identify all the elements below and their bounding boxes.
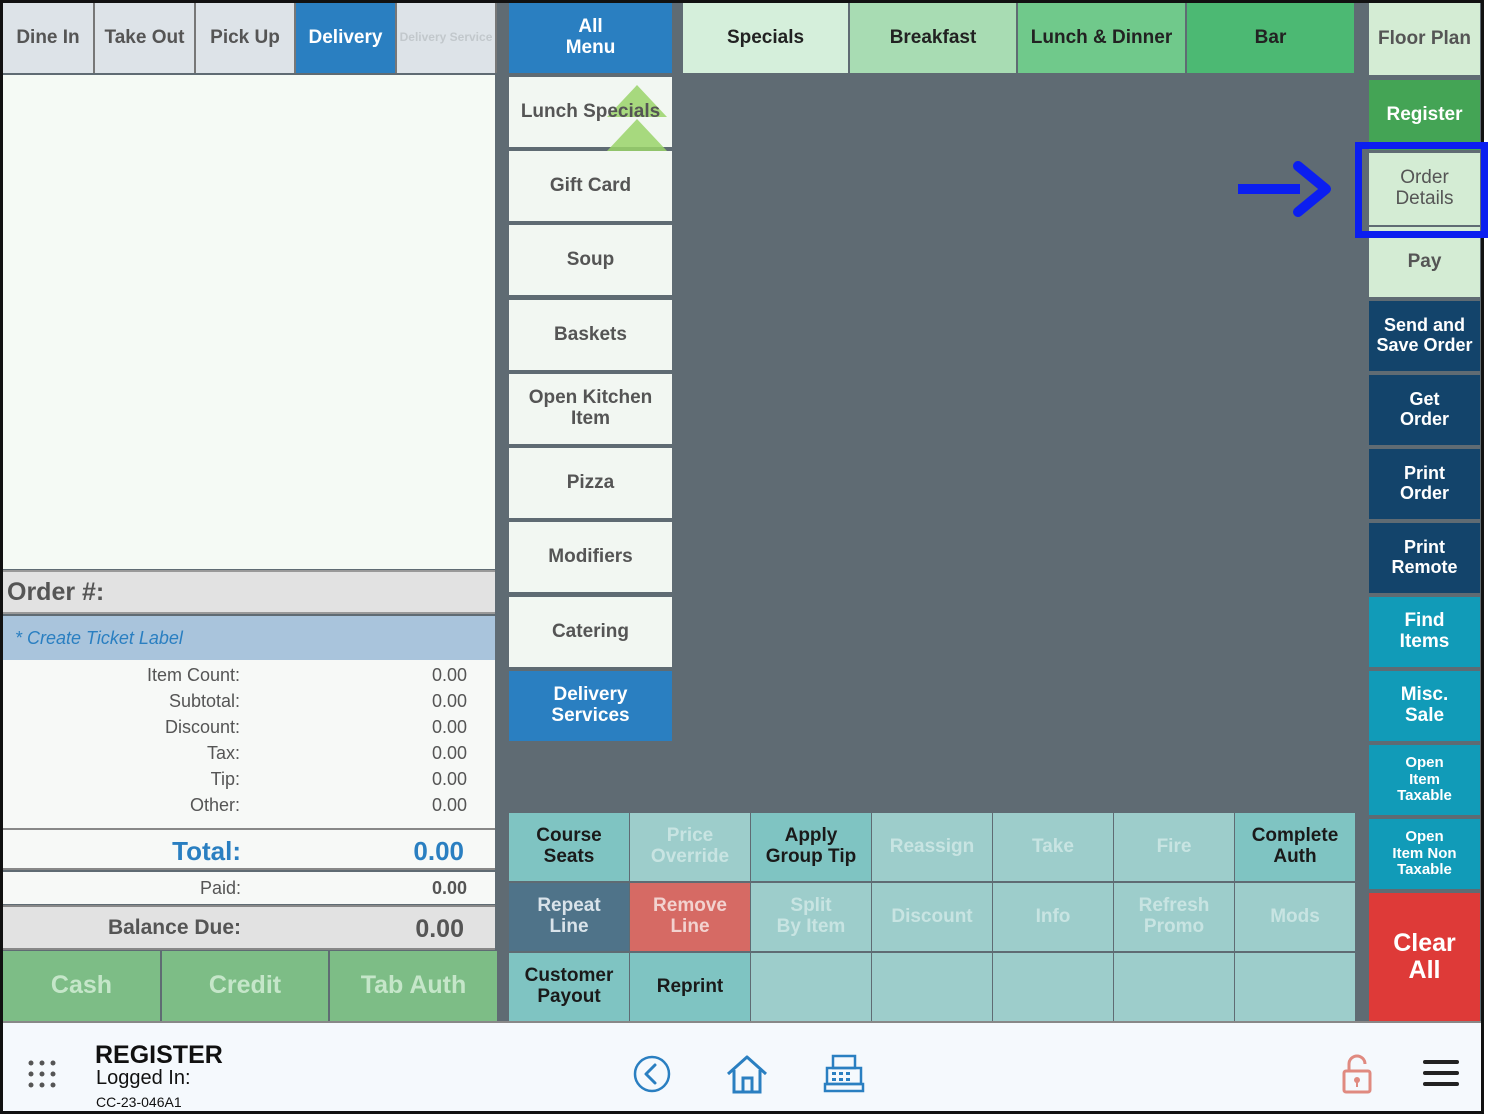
info-button[interactable]: Info [993, 883, 1113, 951]
item-count-row: Item Count: 0.00 [146, 665, 467, 685]
create-ticket-label[interactable]: * Create Ticket Label [3, 616, 495, 660]
category-delivery-services[interactable]: Delivery Services [509, 671, 672, 743]
split-by-item-button[interactable]: Split By Item [751, 883, 871, 951]
order-items-list[interactable] [3, 75, 495, 569]
floor-plan-button[interactable]: Floor Plan [1369, 3, 1480, 75]
tab-breakfast[interactable]: Breakfast [850, 3, 1016, 73]
category-open-kitchen-item[interactable]: Open Kitchen Item [509, 374, 672, 446]
misc-sale-button[interactable]: Misc. Sale [1369, 671, 1480, 741]
print-remote-button[interactable]: Print Remote [1369, 523, 1480, 593]
empty-function-slot [751, 953, 871, 1021]
category-soup[interactable]: Soup [509, 225, 672, 297]
tab-delivery[interactable]: Delivery [296, 3, 397, 73]
other-row: Other: 0.00 [189, 795, 467, 815]
get-order-button[interactable]: Get Order [1369, 375, 1480, 445]
tab-take-out[interactable]: Take Out [95, 3, 196, 73]
mods-button[interactable]: Mods [1235, 883, 1355, 951]
order-number-header: Order #: [3, 570, 495, 614]
category-baskets[interactable]: Baskets [509, 300, 672, 372]
category-pizza[interactable]: Pizza [509, 448, 672, 520]
category-lunch-specials[interactable]: Lunch Specials [509, 77, 672, 151]
find-items-button[interactable]: Find Items [1369, 597, 1480, 667]
register-mode-label: REGISTER [95, 1041, 223, 1069]
clear-all-button[interactable]: Clear All [1369, 893, 1480, 1021]
empty-function-slot [993, 953, 1113, 1021]
take-button[interactable]: Take [993, 813, 1113, 881]
tax-row: Tax: 0.00 [206, 743, 467, 763]
customer-payout-button[interactable]: Customer Payout [509, 953, 629, 1021]
order-summary: Item Count: 0.00 Subtotal: 0.00 Discount: 0… [3, 660, 495, 828]
tab-delivery-service[interactable]: Delivery Service [397, 3, 497, 73]
back-icon[interactable] [633, 1055, 671, 1093]
logged-in-label: Logged In: [96, 1067, 191, 1089]
tab-pick-up[interactable]: Pick Up [196, 3, 296, 73]
tab-dine-in[interactable]: Dine In [3, 3, 95, 73]
print-order-button[interactable]: Print Order [1369, 449, 1480, 519]
open-item-taxable-button[interactable]: Open Item Taxable [1369, 745, 1480, 815]
balance-due-row: Balance Due: 0.00 [3, 905, 495, 950]
subtotal-row: Subtotal: 0.00 [168, 691, 467, 711]
tab-auth-button[interactable]: Tab Auth [330, 951, 497, 1021]
register-button[interactable]: Register [1369, 80, 1480, 150]
paid-row: Paid: 0.00 [3, 872, 495, 904]
course-seats-button[interactable]: Course Seats [509, 813, 629, 881]
device-id: CC-23-046A1 [96, 1094, 182, 1110]
footer-bar: REGISTER Logged In: CC-23-046A1 [3, 1021, 1481, 1111]
cash-button[interactable]: Cash [3, 951, 162, 1021]
total-row: Total: 0.00 [3, 828, 495, 870]
remove-line-button[interactable]: Remove Line [630, 883, 750, 951]
credit-button[interactable]: Credit [162, 951, 330, 1021]
open-item-non-taxable-button[interactable]: Open Item Non Taxable [1369, 819, 1480, 889]
send-save-order-button[interactable]: Send and Save Order [1369, 301, 1480, 371]
cash-register-icon[interactable] [823, 1053, 865, 1093]
price-override-button[interactable]: Price Override [630, 813, 750, 881]
highlight-box [1355, 142, 1488, 238]
reprint-button[interactable]: Reprint [630, 953, 750, 1021]
category-gift-card[interactable]: Gift Card [509, 151, 672, 223]
tab-specials[interactable]: Specials [683, 3, 848, 73]
tip-row: Tip: 0.00 [210, 769, 467, 789]
repeat-line-button[interactable]: Repeat Line [509, 883, 629, 951]
complete-auth-button[interactable]: Complete Auth [1235, 813, 1355, 881]
home-icon[interactable] [725, 1053, 769, 1095]
all-menu-button[interactable]: All Menu [509, 3, 672, 73]
category-catering[interactable]: Catering [509, 597, 672, 669]
empty-function-slot [1235, 953, 1355, 1021]
apps-grid-icon[interactable] [27, 1059, 57, 1089]
discount-row: Discount: 0.00 [164, 717, 467, 737]
apply-group-tip-button[interactable]: Apply Group Tip [751, 813, 871, 881]
discount-button[interactable]: Discount [872, 883, 992, 951]
category-modifiers[interactable]: Modifiers [509, 522, 672, 594]
tab-lunch-dinner[interactable]: Lunch & Dinner [1018, 3, 1185, 73]
menu-icon[interactable] [1423, 1059, 1459, 1087]
lock-icon[interactable] [1341, 1053, 1373, 1095]
arrow-right-icon [1238, 161, 1331, 217]
tab-bar[interactable]: Bar [1187, 3, 1354, 73]
empty-function-slot [872, 953, 992, 1021]
fire-button[interactable]: Fire [1114, 813, 1234, 881]
empty-function-slot [1114, 953, 1234, 1021]
reassign-button[interactable]: Reassign [872, 813, 992, 881]
refresh-promo-button[interactable]: Refresh Promo [1114, 883, 1234, 951]
